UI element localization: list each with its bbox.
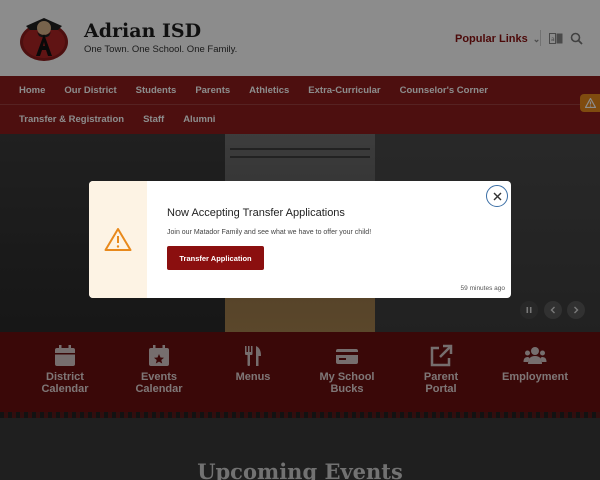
modal-title: Now Accepting Transfer Applications (167, 207, 345, 219)
alert-modal: Now Accepting Transfer Applications Join… (89, 181, 511, 298)
modal-timestamp: 59 minutes ago (460, 285, 505, 292)
modal-icon-panel (89, 181, 147, 298)
modal-close-button[interactable] (486, 185, 508, 207)
transfer-application-button[interactable]: Transfer Application (167, 246, 264, 270)
modal-message: Join our Matador Family and see what we … (167, 229, 372, 236)
warning-icon (104, 228, 132, 251)
close-icon (493, 192, 501, 200)
